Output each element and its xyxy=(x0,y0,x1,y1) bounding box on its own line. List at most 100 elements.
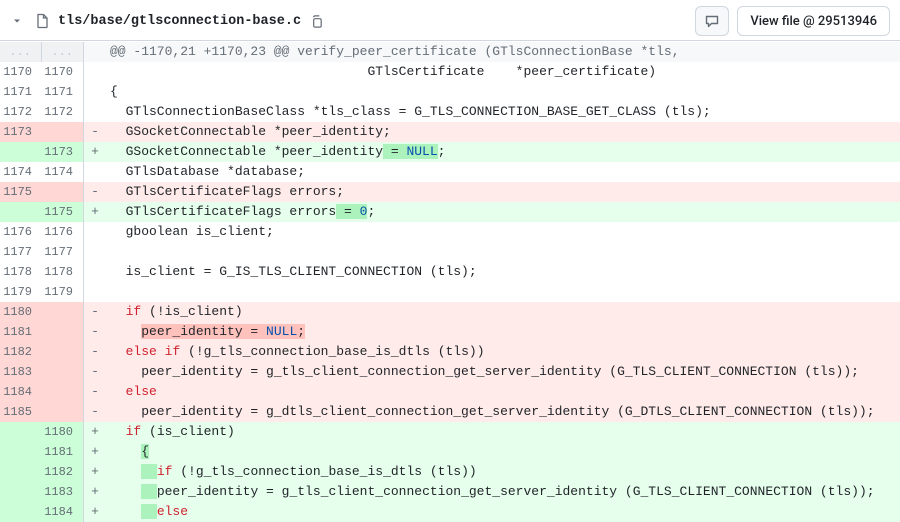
line-number-new[interactable] xyxy=(42,382,84,402)
line-number-old[interactable]: 1173 xyxy=(0,122,42,142)
diff-line: 1185- peer_identity = g_dtls_client_conn… xyxy=(0,402,900,422)
code-content: peer_identity = g_tls_client_connection_… xyxy=(106,482,900,502)
line-number-old[interactable]: 1172 xyxy=(0,102,42,122)
diff-line: 11771177 xyxy=(0,242,900,262)
line-number-new[interactable]: 1175 xyxy=(42,202,84,222)
line-number-new[interactable]: 1174 xyxy=(42,162,84,182)
line-number-new[interactable] xyxy=(42,182,84,202)
code-content: peer_identity = NULL; xyxy=(106,322,900,342)
diff-marker: + xyxy=(84,142,106,162)
diff-line: 11711171 { xyxy=(0,82,900,102)
comment-button[interactable] xyxy=(695,6,729,36)
line-number-new[interactable]: 1172 xyxy=(42,102,84,122)
diff-line: 11701170 GTlsCertificate *peer_certifica… xyxy=(0,62,900,82)
line-number-old[interactable]: 1177 xyxy=(0,242,42,262)
line-number-new[interactable]: 1176 xyxy=(42,222,84,242)
code-content: else if (!g_tls_connection_base_is_dtls … xyxy=(106,342,900,362)
code-content: else xyxy=(106,502,900,522)
line-number-old[interactable] xyxy=(0,202,42,222)
line-number-old[interactable] xyxy=(0,482,42,502)
code-content: { xyxy=(106,442,900,462)
diff-marker xyxy=(84,282,106,302)
code-content: GTlsDatabase *database; xyxy=(106,162,900,182)
code-content: is_client = G_IS_TLS_CLIENT_CONNECTION (… xyxy=(106,262,900,282)
line-number-new[interactable] xyxy=(42,322,84,342)
line-number-new[interactable]: 1180 xyxy=(42,422,84,442)
line-number-old[interactable] xyxy=(0,502,42,522)
diff-line: 1175+ GTlsCertificateFlags errors = 0; xyxy=(0,202,900,222)
code-content: if (!g_tls_connection_base_is_dtls (tls)… xyxy=(106,462,900,482)
line-number-new[interactable]: 1178 xyxy=(42,262,84,282)
line-number-new[interactable] xyxy=(42,362,84,382)
line-number-old[interactable] xyxy=(0,462,42,482)
line-number-new[interactable] xyxy=(42,122,84,142)
diff-line: 11781178 is_client = G_IS_TLS_CLIENT_CON… xyxy=(0,262,900,282)
diff-marker: + xyxy=(84,462,106,482)
diff-marker: - xyxy=(84,382,106,402)
line-number-new[interactable]: 1171 xyxy=(42,82,84,102)
line-number-new[interactable] xyxy=(42,302,84,322)
code-content: @@ -1170,21 +1170,23 @@ verify_peer_cert… xyxy=(106,42,900,62)
diff-line: 1180 - if (!is_client) xyxy=(0,302,900,322)
diff-table: ...... @@ -1170,21 +1170,23 @@ verify_pe… xyxy=(0,41,900,522)
diff-line: 1173+ GSocketConnectable *peer_identity … xyxy=(0,142,900,162)
code-content: peer_identity = g_tls_client_connection_… xyxy=(106,362,900,382)
code-content: if (!is_client) xyxy=(106,302,900,322)
line-number-old[interactable] xyxy=(0,422,42,442)
diff-marker: - xyxy=(84,342,106,362)
diff-marker xyxy=(84,222,106,242)
line-number-old[interactable] xyxy=(0,442,42,462)
line-number-new[interactable]: 1182 xyxy=(42,462,84,482)
code-content: GSocketConnectable *peer_identity; xyxy=(106,122,900,142)
line-number-new[interactable]: 1184 xyxy=(42,502,84,522)
diff-line: 1184+ else xyxy=(0,502,900,522)
line-number-old[interactable]: 1183 xyxy=(0,362,42,382)
line-number-old[interactable]: 1184 xyxy=(0,382,42,402)
line-number-old[interactable]: 1180 xyxy=(0,302,42,322)
line-number-old[interactable] xyxy=(0,142,42,162)
line-number-old[interactable]: 1181 xyxy=(0,322,42,342)
line-number-new[interactable] xyxy=(42,342,84,362)
diff-marker: + xyxy=(84,502,106,522)
file-path[interactable]: tls/base/gtlsconnection-base.c xyxy=(58,14,301,29)
line-number-new[interactable]: 1177 xyxy=(42,242,84,262)
copy-path-icon[interactable] xyxy=(309,14,324,29)
diff-marker xyxy=(84,242,106,262)
line-number-old[interactable]: 1175 xyxy=(0,182,42,202)
line-number-old[interactable]: 1171 xyxy=(0,82,42,102)
diff-marker: - xyxy=(84,402,106,422)
diff-marker: - xyxy=(84,182,106,202)
hunk-header: ...... @@ -1170,21 +1170,23 @@ verify_pe… xyxy=(0,42,900,62)
code-content xyxy=(106,242,900,262)
diff-marker: + xyxy=(84,202,106,222)
line-number-old[interactable]: 1179 xyxy=(0,282,42,302)
diff-line: 1181+ { xyxy=(0,442,900,462)
line-number-old[interactable]: 1185 xyxy=(0,402,42,422)
line-number-old: ... xyxy=(0,42,42,62)
diff-marker xyxy=(84,62,106,82)
line-number-old[interactable]: 1170 xyxy=(0,62,42,82)
diff-line: 1180+ if (is_client) xyxy=(0,422,900,442)
line-number-old[interactable]: 1174 xyxy=(0,162,42,182)
diff-line: 1182+ if (!g_tls_connection_base_is_dtls… xyxy=(0,462,900,482)
line-number-old[interactable]: 1176 xyxy=(0,222,42,242)
diff-marker: - xyxy=(84,302,106,322)
line-number-new[interactable]: 1170 xyxy=(42,62,84,82)
code-content: else xyxy=(106,382,900,402)
diff-line: 1181- peer_identity = NULL; xyxy=(0,322,900,342)
diff-marker xyxy=(84,82,106,102)
line-number-new[interactable] xyxy=(42,402,84,422)
line-number-old[interactable]: 1182 xyxy=(0,342,42,362)
chevron-down-icon[interactable] xyxy=(8,12,26,30)
diff-marker: - xyxy=(84,362,106,382)
diff-line: 1182 - else if (!g_tls_connection_base_is… xyxy=(0,342,900,362)
line-number-new[interactable]: 1181 xyxy=(42,442,84,462)
diff-line: 1173- GSocketConnectable *peer_identity; xyxy=(0,122,900,142)
file-icon xyxy=(34,13,50,29)
line-number-new[interactable]: 1173 xyxy=(42,142,84,162)
line-number-new[interactable]: 1183 xyxy=(42,482,84,502)
line-number-new[interactable]: 1179 xyxy=(42,282,84,302)
view-file-button[interactable]: View file @ 29513946 xyxy=(737,6,890,36)
diff-line: 1183 - peer_identity = g_tls_client_conne… xyxy=(0,362,900,382)
line-number-old[interactable]: 1178 xyxy=(0,262,42,282)
